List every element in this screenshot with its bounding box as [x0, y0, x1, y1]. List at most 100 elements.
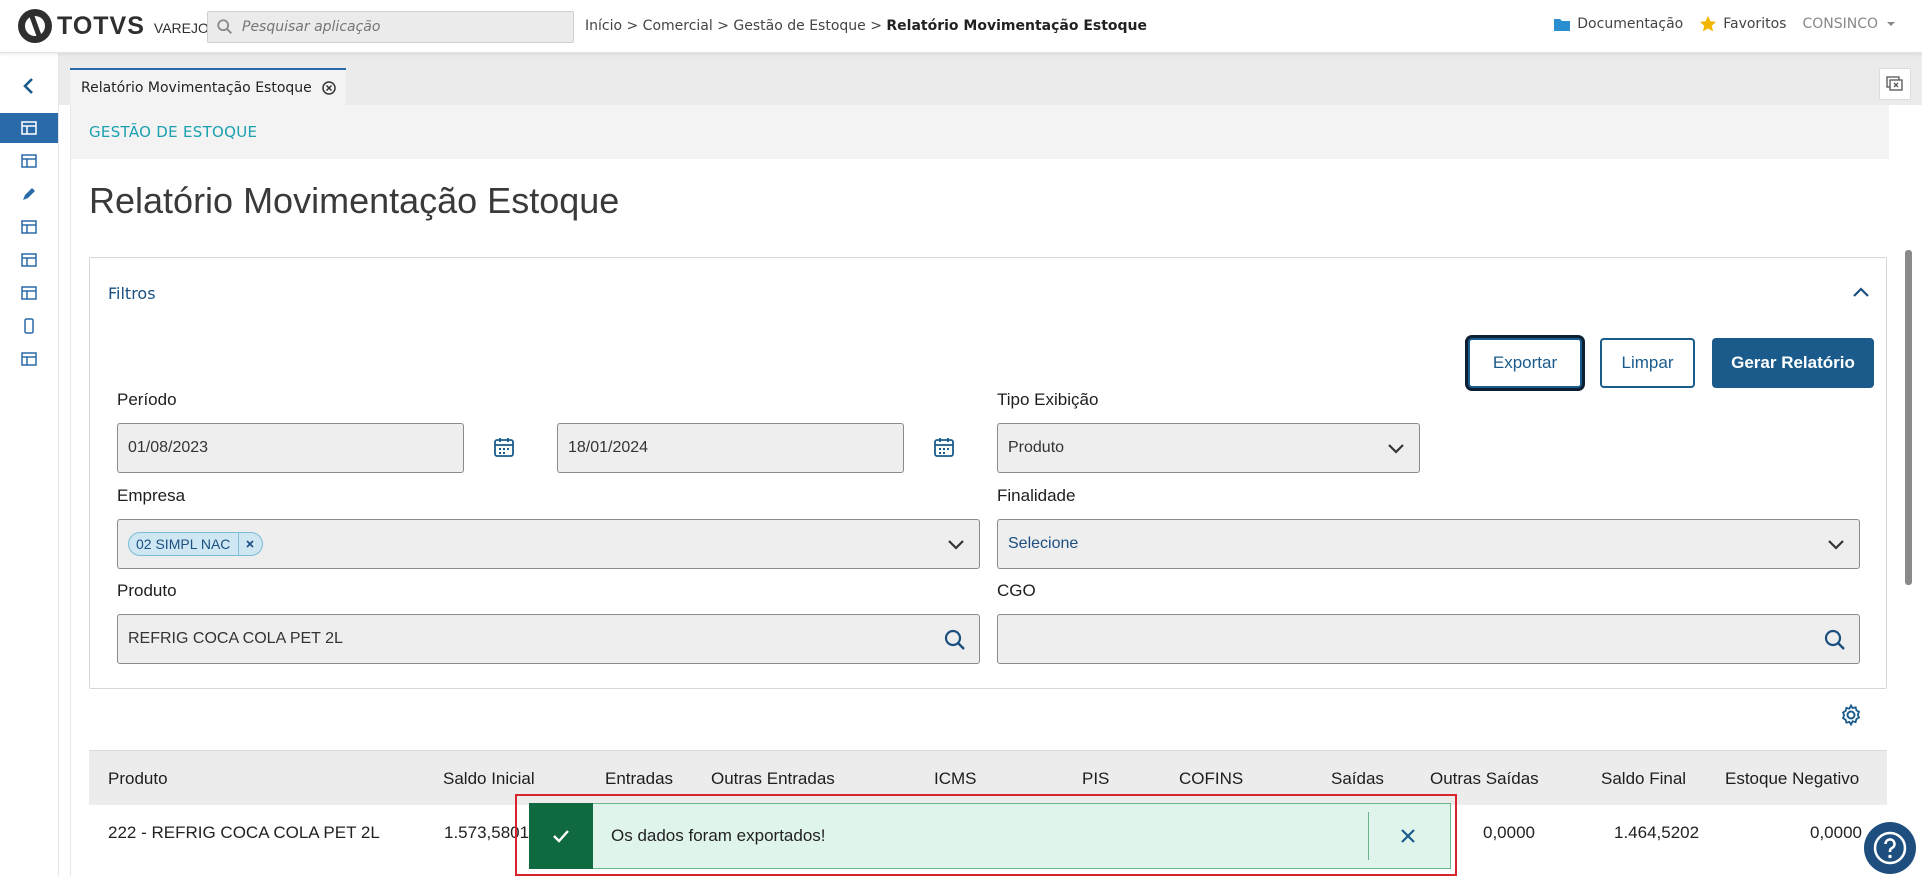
table-icon	[21, 154, 37, 168]
chevron-down-icon	[1828, 540, 1844, 550]
favorites-label: Favoritos	[1723, 16, 1787, 32]
sidebar-item-table-4[interactable]	[0, 245, 58, 275]
search-icon	[217, 19, 233, 35]
table-icon	[21, 253, 37, 267]
column-header[interactable]: ICMS	[934, 769, 977, 789]
sidebar-item-table-3[interactable]	[0, 212, 58, 242]
product-value: REFRIG COCA COLA PET 2L	[128, 630, 343, 647]
column-header[interactable]: Outras Saídas	[1430, 769, 1539, 789]
purpose-value: Selecione	[1008, 535, 1079, 552]
logo-subtitle: VAREJO	[153, 19, 209, 36]
period-end-value: 18/01/2024	[568, 439, 649, 456]
cgo-label: CGO	[997, 581, 1036, 600]
table-icon	[21, 352, 37, 366]
export-button[interactable]: Exportar	[1468, 338, 1582, 388]
windows-close-icon	[1886, 76, 1903, 91]
company-multiselect[interactable]: 02 SIMPL NAC	[117, 519, 980, 569]
column-header[interactable]: COFINS	[1179, 769, 1243, 789]
column-header[interactable]: Entradas	[605, 769, 673, 789]
purpose-select[interactable]: Selecione	[997, 519, 1860, 569]
column-header[interactable]: Saldo Inicial	[443, 769, 535, 789]
column-header[interactable]: Estoque Negativo	[1725, 769, 1859, 789]
search-icon[interactable]	[1823, 628, 1847, 652]
top-bar: TOTVS VAREJO Início > Comercial > Gestão…	[0, 0, 1922, 53]
cgo-field[interactable]	[997, 614, 1860, 664]
period-start-value: 01/08/2023	[128, 439, 209, 456]
cell-saldo-final: 1.464,5202	[1614, 823, 1700, 842]
totvs-logo-icon	[18, 9, 52, 43]
help-button[interactable]	[1864, 822, 1916, 874]
company-chip: 02 SIMPL NAC	[128, 532, 264, 556]
sidebar-item-mobile[interactable]	[0, 311, 58, 341]
module-header: GESTÃO DE ESTOQUE	[71, 105, 1889, 159]
app-search[interactable]	[207, 11, 574, 43]
caret-down-icon	[1887, 22, 1895, 26]
close-tab-icon[interactable]	[322, 80, 336, 95]
display-type-select[interactable]: Produto	[997, 423, 1420, 473]
calendar-icon[interactable]	[933, 436, 955, 458]
clear-button[interactable]: Limpar	[1600, 338, 1695, 388]
close-all-tabs-button[interactable]	[1879, 68, 1911, 100]
period-start-field[interactable]: 01/08/2023	[117, 423, 464, 473]
column-header[interactable]: Saldo Final	[1601, 769, 1686, 789]
documentation-label: Documentação	[1577, 16, 1684, 32]
product-field[interactable]: REFRIG COCA COLA PET 2L	[117, 614, 980, 664]
breadcrumb-current: Relatório Movimentação Estoque	[886, 18, 1148, 34]
table-icon	[21, 286, 37, 300]
toast-message: Os dados foram exportados!	[611, 826, 826, 845]
success-toast: Os dados foram exportados!	[529, 803, 1451, 869]
sidebar-item-table-2[interactable]	[0, 146, 58, 176]
documentation-link[interactable]: Documentação	[1553, 16, 1683, 32]
chevron-left-icon[interactable]	[20, 77, 38, 95]
user-label: CONSINCO	[1802, 16, 1878, 32]
period-end-field[interactable]: 18/01/2024	[557, 423, 904, 473]
period-label: Período	[117, 390, 177, 409]
module-title: GESTÃO DE ESTOQUE	[89, 123, 258, 141]
pencil-icon	[23, 188, 35, 200]
chevron-down-icon	[1388, 444, 1404, 454]
tab-label: Relatório Movimentação Estoque	[81, 79, 312, 96]
company-chip-label: 02 SIMPL NAC	[136, 536, 231, 552]
tab-relatorio-movimentacao[interactable]: Relatório Movimentação Estoque	[70, 68, 346, 105]
sidebar-item-table-1[interactable]	[0, 113, 58, 143]
search-input[interactable]	[242, 19, 562, 35]
page-title: Relatório Movimentação Estoque	[89, 180, 620, 221]
toast-status	[529, 803, 593, 869]
purpose-label: Finalidade	[997, 486, 1076, 505]
chip-remove-icon[interactable]	[238, 532, 255, 556]
generate-report-button[interactable]: Gerar Relatório	[1712, 338, 1874, 388]
cell-estoque-negativo: 0,0000	[1810, 823, 1862, 842]
favorites-link[interactable]: Favoritos	[1699, 15, 1786, 33]
main-content: GESTÃO DE ESTOQUE Relatório Movimentação…	[70, 105, 1889, 876]
display-type-label: Tipo Exibição	[997, 390, 1099, 409]
chevron-down-icon	[948, 540, 964, 550]
logo-text: TOTVS	[57, 11, 145, 40]
filters-title[interactable]: Filtros	[108, 284, 156, 303]
app-logo[interactable]: TOTVS VAREJO	[18, 9, 209, 43]
cell-produto: 222 - REFRIG COCA COLA PET 2L	[108, 823, 380, 842]
table-icon	[21, 220, 37, 234]
search-icon[interactable]	[943, 628, 967, 652]
top-right-nav: Documentação Favoritos CONSINCO	[1537, 15, 1904, 33]
sidebar-item-tool[interactable]	[0, 179, 58, 209]
sidebar	[0, 53, 59, 876]
toast-divider	[1368, 812, 1369, 860]
column-header[interactable]: PIS	[1082, 769, 1109, 789]
sidebar-item-table-5[interactable]	[0, 278, 58, 308]
breadcrumb: Início > Comercial > Gestão de Estoque >…	[585, 18, 1147, 34]
column-header[interactable]: Saídas	[1331, 769, 1384, 789]
check-icon	[553, 830, 569, 843]
close-icon[interactable]	[1396, 824, 1420, 848]
chevron-up-icon[interactable]	[1850, 282, 1872, 304]
calendar-icon[interactable]	[493, 436, 515, 458]
display-type-value: Produto	[1008, 439, 1065, 456]
folder-icon	[1554, 19, 1571, 31]
column-header[interactable]: Produto	[108, 769, 168, 789]
scrollbar[interactable]	[1905, 250, 1912, 585]
user-menu[interactable]: CONSINCO	[1802, 16, 1904, 32]
column-header[interactable]: Outras Entradas	[711, 769, 835, 789]
table-icon	[21, 121, 37, 135]
gear-icon[interactable]	[1839, 703, 1863, 727]
sidebar-item-table-6[interactable]	[0, 344, 58, 374]
breadcrumb-path[interactable]: Início > Comercial > Gestão de Estoque >	[585, 18, 886, 34]
